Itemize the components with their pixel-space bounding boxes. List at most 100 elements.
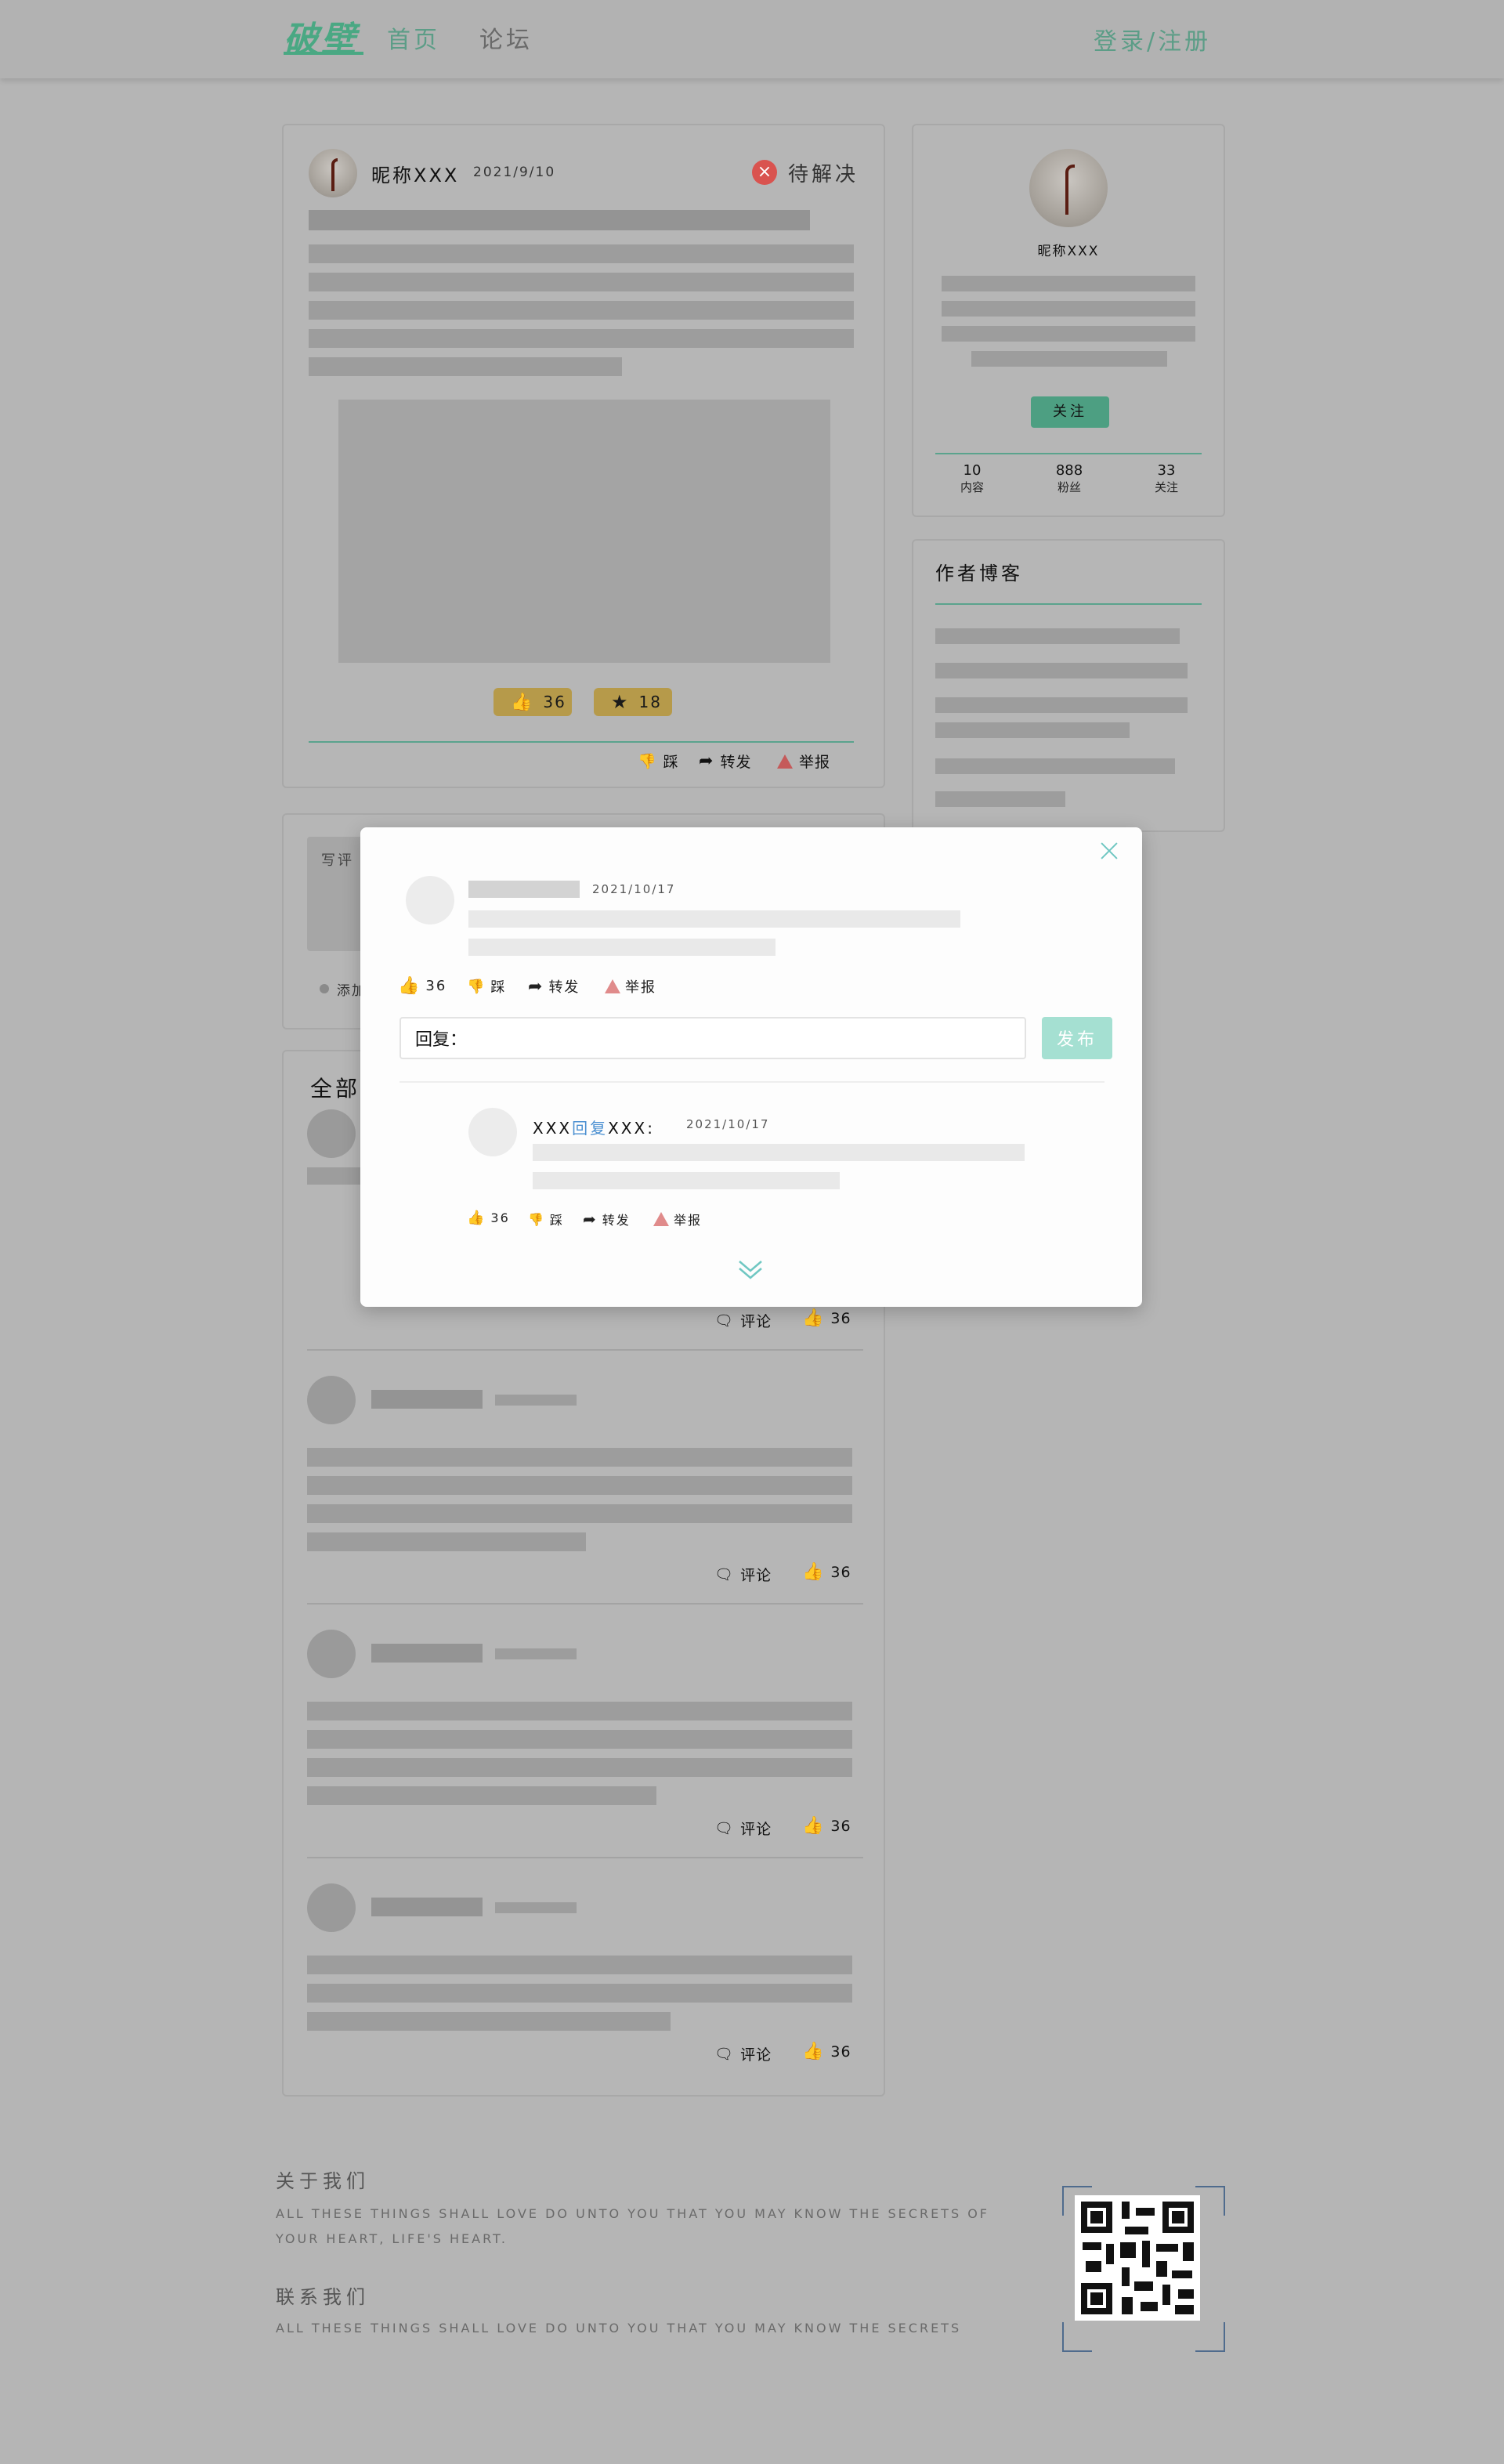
modal-reply-like-count: 36 [490, 1210, 510, 1225]
blog-link-placeholder[interactable] [935, 722, 1130, 738]
blog-link-placeholder[interactable] [935, 758, 1175, 774]
comment-text-line [307, 1758, 852, 1777]
qr-code-image [1075, 2195, 1200, 2321]
modal-reply-report-label: 举报 [674, 1213, 703, 1228]
footer-contact-title: 联系我们 [276, 2286, 370, 2308]
thumbs-down-icon: 👎 [467, 978, 486, 995]
speech-bubble-icon: 🗨 [714, 1566, 735, 1583]
comment-text-line [307, 1702, 852, 1720]
dislike-button[interactable]: 👎 踩 [638, 751, 679, 772]
comment-text-line [307, 1448, 852, 1467]
footer-about-title: 关于我们 [276, 2170, 370, 2192]
publish-button[interactable]: 发布 [1042, 1017, 1112, 1059]
stat-label: 关注 [1154, 480, 1178, 494]
modal-divider [400, 1081, 1104, 1083]
thumbs-up-icon: 👍 [802, 1816, 825, 1836]
nav-home-link[interactable]: 首页 [387, 20, 440, 55]
modal-share-label: 转发 [548, 979, 580, 996]
blog-link-placeholder[interactable] [935, 697, 1188, 713]
comment-like-button[interactable]: 👍 36 [802, 2042, 851, 2061]
comment-avatar[interactable] [307, 1630, 356, 1678]
modal-comment-share-button[interactable]: ➦ 转发 [528, 976, 580, 997]
comment-avatar[interactable] [307, 1109, 356, 1158]
comment-placeholder: 写评 [321, 852, 354, 869]
warning-icon [653, 1212, 669, 1226]
login-register-link[interactable]: 登录/注册 [1094, 22, 1211, 56]
reply-to-name[interactable]: XXX: [608, 1119, 655, 1138]
modal-reply-dislike-button[interactable]: 👎 踩 [528, 1210, 564, 1228]
profile-bio-line [971, 351, 1167, 367]
double-chevron-down-icon[interactable] [736, 1258, 765, 1282]
comment-reply-button[interactable]: 🗨 评论 [714, 1310, 772, 1331]
post-author-name[interactable]: 昵称XXX [371, 160, 459, 187]
favorite-count: 18 [638, 693, 662, 711]
thumbs-down-icon: 👎 [528, 1211, 545, 1227]
speech-bubble-icon: 🗨 [714, 1312, 735, 1330]
blog-link-placeholder[interactable] [935, 628, 1180, 644]
reply-word: 回复 [572, 1119, 609, 1138]
comment-avatar[interactable] [307, 1883, 356, 1932]
share-arrow-icon: ➦ [583, 1210, 598, 1228]
modal-comment-report-button[interactable]: 举报 [605, 976, 656, 997]
report-button[interactable]: 举报 [777, 751, 830, 772]
follow-button[interactable]: 关注 [1031, 396, 1109, 428]
modal-reply-avatar[interactable] [468, 1108, 517, 1156]
top-nav-bar: 破壁 首页 论坛 登录/注册 [0, 0, 1504, 78]
comment-reply-button[interactable]: 🗨 评论 [714, 1564, 772, 1585]
dislike-label: 踩 [663, 754, 679, 771]
profile-divider [935, 453, 1202, 454]
stat-label: 内容 [960, 480, 984, 494]
qr-frame-corner [1062, 2322, 1092, 2352]
comment-like-button[interactable]: 👍 36 [802, 1562, 851, 1582]
modal-reply-dislike-label: 踩 [549, 1213, 564, 1228]
post-divider [309, 741, 854, 743]
profile-name[interactable]: 昵称XXX [913, 240, 1224, 259]
like-button[interactable]: 👍 36 [494, 688, 572, 716]
comment-reply-label: 评论 [740, 1313, 772, 1330]
stat-fans[interactable]: 888 粉丝 [1043, 462, 1095, 495]
dot-icon [320, 984, 329, 993]
footer-contact-text: ALL THESE THINGS SHALL LOVE DO UNTO YOU … [276, 2321, 962, 2336]
stat-value: 33 [1157, 462, 1176, 479]
modal-reply-report-button[interactable]: 举报 [653, 1210, 702, 1228]
share-arrow-icon: ➦ [699, 751, 714, 771]
reply-input[interactable] [400, 1017, 1026, 1059]
modal-reply-like-button[interactable]: 👍 36 [467, 1210, 510, 1226]
comment-avatar[interactable] [307, 1376, 356, 1424]
profile-bio-line [942, 326, 1195, 342]
reply-from-name[interactable]: XXX [533, 1119, 572, 1138]
stat-following[interactable]: 33 关注 [1141, 462, 1192, 495]
post-card: 昵称XXX 2021/9/10 × 待解决 👍 36 ★ 18 👎 踩 ➦ 转发… [282, 124, 885, 788]
post-text-line [309, 357, 622, 376]
favorite-button[interactable]: ★ 18 [594, 688, 672, 716]
profile-bio-line [942, 276, 1195, 291]
comment-like-button[interactable]: 👍 36 [802, 1308, 851, 1328]
comment-reply-label: 评论 [740, 1821, 772, 1838]
comment-like-count: 36 [830, 1817, 851, 1835]
thumbs-up-icon: 👍 [802, 1562, 825, 1582]
modal-reply-text-line [533, 1172, 840, 1189]
modal-comment-dislike-button[interactable]: 👎 踩 [467, 976, 506, 997]
post-status-badge: 待解决 [788, 163, 859, 186]
comment-reply-button[interactable]: 🗨 评论 [714, 1818, 772, 1839]
modal-comment-name-placeholder [468, 881, 580, 898]
share-label: 转发 [720, 754, 752, 771]
modal-reply-share-button[interactable]: ➦ 转发 [583, 1210, 631, 1228]
like-count: 36 [543, 693, 566, 711]
nav-forum-link[interactable]: 论坛 [479, 20, 533, 55]
comment-reply-button[interactable]: 🗨 评论 [714, 2043, 772, 2064]
blog-link-placeholder[interactable] [935, 663, 1188, 678]
blog-link-placeholder[interactable] [935, 791, 1065, 807]
modal-comment-avatar[interactable] [406, 876, 454, 924]
profile-avatar[interactable] [1029, 149, 1108, 227]
comment-like-count: 36 [830, 1563, 851, 1581]
modal-comment-like-button[interactable]: 👍 36 [398, 976, 446, 996]
share-button[interactable]: ➦ 转发 [699, 751, 751, 772]
author-avatar[interactable] [309, 149, 357, 197]
close-icon[interactable] [1097, 838, 1122, 863]
comment-text-line [307, 1786, 656, 1805]
stat-value: 10 [963, 462, 982, 479]
comment-like-button[interactable]: 👍 36 [802, 1816, 851, 1836]
stat-content[interactable]: 10 内容 [946, 462, 998, 495]
comment-text-line [307, 1984, 852, 2003]
